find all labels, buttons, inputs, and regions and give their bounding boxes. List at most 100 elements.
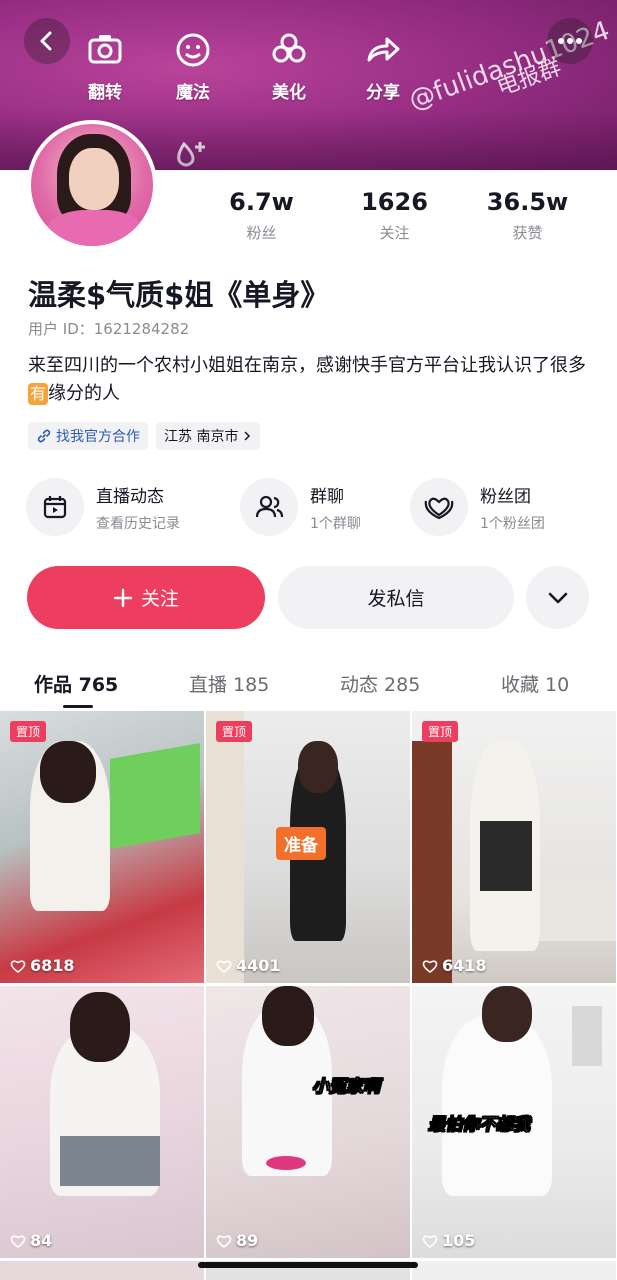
like-count: 105 <box>422 1231 475 1250</box>
feature-subtitle: 1个粉丝团 <box>480 515 545 532</box>
like-count: 4401 <box>216 956 281 975</box>
like-count-value: 89 <box>236 1231 259 1250</box>
feature-title: 直播动态 <box>96 486 164 507</box>
official-tag-label: 找我官方合作 <box>56 429 140 445</box>
follow-label: 关注 <box>140 588 179 610</box>
chevron-left-icon <box>40 31 52 51</box>
like-count: 89 <box>216 1231 258 1250</box>
group-icon <box>240 478 298 536</box>
pinned-badge: 置顶 <box>422 721 459 742</box>
tab-live[interactable]: 直播 185 <box>189 670 269 697</box>
sparkle-drop-icon <box>177 141 205 167</box>
feature-row: 直播动态 查看历史记录 群聊 1个群聊 粉丝团 1个粉丝团 <box>26 478 596 542</box>
live-history-entry[interactable]: 直播动态 查看历史记录 <box>26 478 180 536</box>
video-thumbnail[interactable]: 84 <box>0 986 204 1258</box>
heart-icon <box>422 959 438 973</box>
tool-label: 魔法 <box>176 83 210 103</box>
more-button[interactable] <box>547 18 593 64</box>
thumbnail-table <box>532 881 616 941</box>
like-count-value: 105 <box>442 1231 476 1250</box>
thumbnail-door-handle <box>572 1006 602 1066</box>
tab-works[interactable]: 作品 765 <box>34 670 118 697</box>
avatar-body <box>45 210 145 246</box>
plus-icon <box>113 588 133 607</box>
thumbnail-hair <box>70 992 130 1062</box>
home-indicator[interactable] <box>198 1262 418 1268</box>
stat-label: 获赞 <box>512 224 543 242</box>
stat-label: 关注 <box>379 224 410 242</box>
thumbnail-hair <box>262 986 314 1046</box>
video-grid: 置顶 6818 置顶 准备 4401 置顶 6418 84 小冤家啊 89 最怕… <box>0 711 617 1280</box>
video-thumbnail[interactable]: 最怕你不想我 105 <box>412 986 616 1258</box>
video-thumbnail[interactable] <box>0 1261 204 1280</box>
tab-moments[interactable]: 动态 285 <box>340 670 420 697</box>
tab-favorites[interactable]: 收藏 10 <box>501 670 569 697</box>
stat-likes[interactable]: 36.5w 获赞 <box>461 188 594 243</box>
feature-subtitle: 查看历史记录 <box>96 515 180 532</box>
message-button[interactable]: 发私信 <box>278 566 514 629</box>
feature-title: 粉丝团 <box>480 486 531 507</box>
feature-title: 群聊 <box>310 486 344 507</box>
video-thumbnail[interactable]: 置顶 6418 <box>412 711 616 983</box>
like-count: 84 <box>10 1231 52 1250</box>
video-thumbnail[interactable]: 置顶 准备 4401 <box>206 711 410 983</box>
heart-icon <box>10 1234 26 1248</box>
avatar-face <box>69 148 119 210</box>
like-count-value: 4401 <box>236 956 281 975</box>
video-thumbnail[interactable]: 置顶 6818 <box>0 711 204 983</box>
magic-tool: 魔法 <box>158 30 228 103</box>
thumbnail-skirt <box>60 1136 160 1186</box>
heart-ring-icon <box>410 478 468 536</box>
thumbnail-backdrop <box>110 743 200 849</box>
stat-following[interactable]: 1626 关注 <box>328 188 461 243</box>
share-arrow-icon <box>367 37 400 62</box>
thumbnail-hair <box>40 741 96 803</box>
heart-icon <box>10 959 26 973</box>
like-count-value: 84 <box>30 1231 53 1250</box>
thumbnail-door <box>412 741 452 983</box>
thumbnail-skirt <box>480 821 532 891</box>
video-thumbnail[interactable]: 小冤家啊 89 <box>206 986 410 1258</box>
video-caption: 最怕你不想我 <box>428 1115 531 1136</box>
stat-followers[interactable]: 6.7w 粉丝 <box>195 188 328 243</box>
avatar[interactable] <box>27 120 157 250</box>
beauty-flower-icon <box>272 33 306 63</box>
thumbnail-hair <box>298 741 338 793</box>
stat-value: 1626 <box>361 188 428 216</box>
flip-tool: 翻转 <box>70 30 140 103</box>
group-chat-entry[interactable]: 群聊 1个群聊 <box>240 478 361 536</box>
stat-label: 粉丝 <box>246 224 277 242</box>
fan-club-entry[interactable]: 粉丝团 1个粉丝团 <box>410 478 545 536</box>
stat-value: 36.5w <box>486 188 569 216</box>
like-count-value: 6418 <box>442 956 487 975</box>
location-tag[interactable]: 江苏 南京市 <box>156 422 261 450</box>
link-icon <box>37 429 51 443</box>
bio-text: 来至四川的一个农村小姐姐在南京，感谢快手官方平台让我认识了很多 <box>28 355 586 376</box>
profile-name: 温柔$气质$姐《单身》 <box>28 278 330 312</box>
more-options-button[interactable] <box>526 566 589 629</box>
back-button[interactable] <box>24 18 70 64</box>
chevron-down-icon <box>548 592 567 603</box>
content-tabs: 作品 765 直播 185 动态 285 收藏 10 <box>0 662 617 710</box>
video-caption: 准备 <box>276 827 326 860</box>
pinned-badge: 置顶 <box>10 721 47 742</box>
official-cooperation-tag[interactable]: 找我官方合作 <box>28 422 148 450</box>
heart-icon <box>422 1234 438 1248</box>
bio-emoji-badge: 有 <box>28 383 49 405</box>
bio-text-end: 缘分的人 <box>48 383 121 404</box>
tool-label: 美化 <box>272 83 306 103</box>
calendar-play-icon <box>26 478 84 536</box>
like-count-value: 6818 <box>30 956 75 975</box>
profile-stats: 6.7w 粉丝 1626 关注 36.5w 获赞 <box>195 188 595 243</box>
thumbnail-hair <box>482 986 532 1042</box>
video-thumbnail[interactable] <box>412 1261 616 1280</box>
user-id[interactable]: 用户 ID：1621284282 <box>28 318 189 339</box>
profile-bio: 来至四川的一个农村小姐姐在南京，感谢快手官方平台让我认识了很多有 缘分的人 <box>28 352 598 408</box>
magic-face-icon <box>176 33 210 67</box>
tool-label: 翻转 <box>88 83 122 103</box>
like-count: 6418 <box>422 956 487 975</box>
beautify-tool: 美化 <box>254 30 324 103</box>
follow-button[interactable]: 关注 <box>27 566 265 629</box>
message-label: 发私信 <box>367 588 425 610</box>
more-dots-icon <box>558 38 582 44</box>
